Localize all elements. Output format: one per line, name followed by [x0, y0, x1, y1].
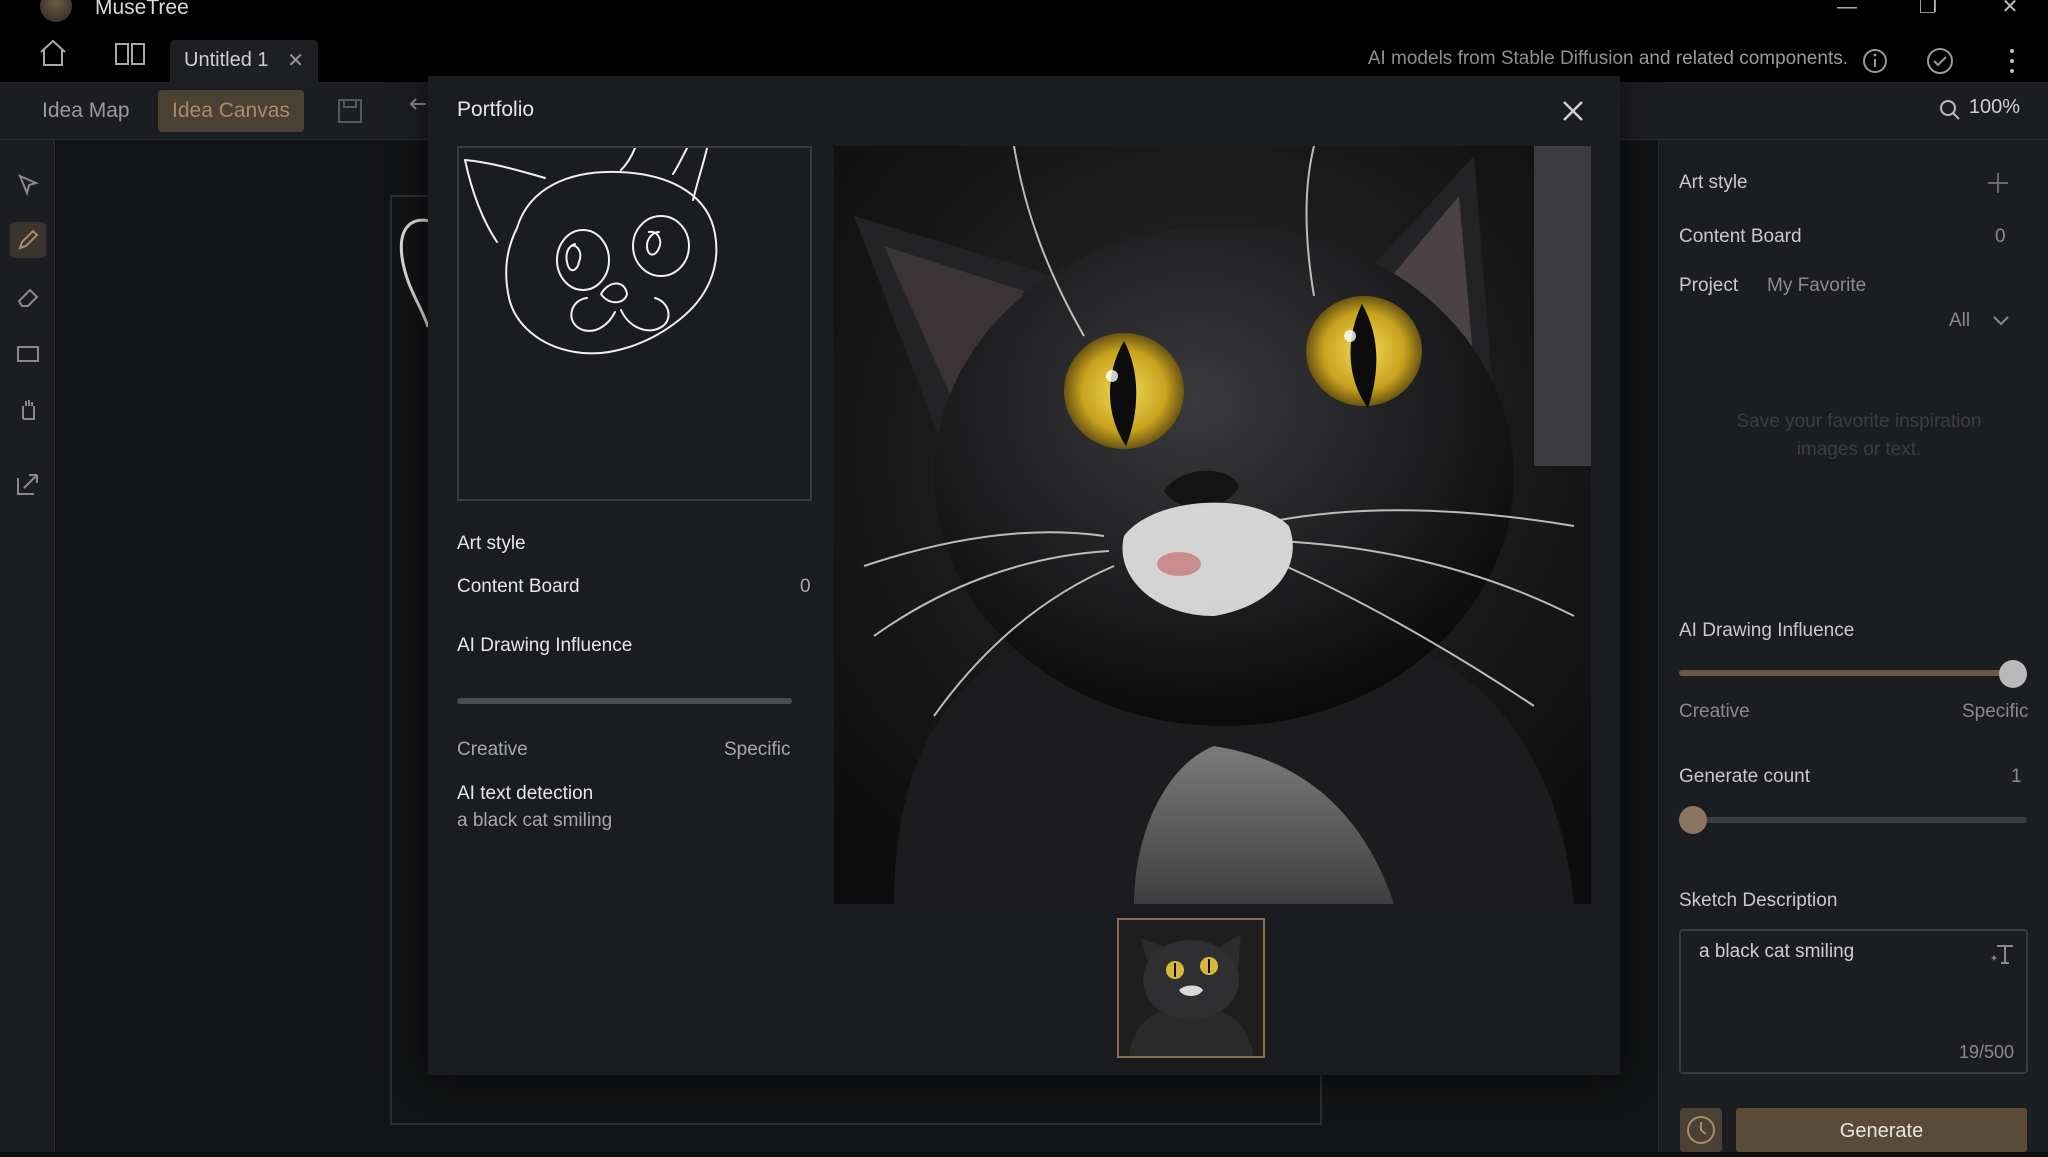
black-cat-image: [834, 146, 1591, 904]
text-ai-icon[interactable]: [1989, 939, 2019, 969]
generate-count-thumb[interactable]: [1679, 806, 1707, 834]
modal-ai-influence: AI Drawing Influence: [457, 635, 633, 656]
ai-influence-label: AI Drawing Influence: [1679, 620, 1855, 641]
pencil-tool-icon[interactable]: [10, 222, 46, 258]
content-board-count: 0: [1995, 226, 2006, 247]
tab-label: Untitled 1: [184, 49, 269, 71]
modal-art-style: Art style: [457, 533, 526, 554]
canvas-sketch-stroke: [399, 218, 431, 328]
book-icon[interactable]: [113, 36, 147, 70]
empty-hint: Save your favorite inspiration images or…: [1736, 411, 1982, 460]
influence-slider-track[interactable]: [1679, 670, 2013, 676]
generate-count-track[interactable]: [1679, 817, 2027, 823]
art-style-label: Art style: [1679, 172, 1748, 193]
close-icon[interactable]: [1556, 94, 1590, 128]
ai-text-detection-label: AI text detection: [457, 783, 594, 804]
modal-creative-label: Creative: [457, 739, 528, 760]
generate-count-label: Generate count: [1679, 766, 1810, 787]
creative-label: Creative: [1679, 701, 1750, 722]
cat-sketch: [464, 148, 718, 355]
thumbnail-cat-image: [1119, 920, 1263, 1056]
generated-image[interactable]: [834, 146, 1591, 904]
rectangle-tool-icon[interactable]: [10, 336, 46, 372]
export-icon[interactable]: [10, 466, 46, 502]
influence-slider-thumb[interactable]: [1999, 660, 2027, 688]
minimize-icon[interactable]: —: [1827, 0, 1867, 20]
search-icon[interactable]: [1938, 98, 1962, 122]
image-thumbnail[interactable]: [1117, 918, 1265, 1058]
clock-icon: [1687, 1116, 1715, 1144]
detected-text: a black cat smiling: [457, 810, 613, 831]
sketch-description-text: a black cat smiling: [1699, 941, 1855, 962]
filter-value: All: [1949, 310, 1971, 331]
filter-dropdown[interactable]: All: [1949, 308, 2019, 336]
sketch-description-label: Sketch Description: [1679, 890, 1838, 911]
tab-close-icon[interactable]: ✕: [287, 48, 304, 73]
close-window-icon[interactable]: ✕: [1990, 0, 2030, 20]
save-icon[interactable]: [336, 97, 364, 125]
tab-bar: Untitled 1 ✕ AI models from Stable Diffu…: [0, 22, 2048, 84]
title-bar: MuseTree — ❐ ✕: [0, 0, 2048, 22]
select-tool-icon[interactable]: [10, 167, 46, 203]
more-menu-icon[interactable]: [2008, 46, 2016, 76]
eraser-tool-icon[interactable]: [10, 280, 46, 316]
tool-rail: [0, 140, 55, 1152]
modal-influence-bar: [457, 698, 792, 704]
modal-specific-label: Specific: [724, 739, 791, 760]
app-logo: [40, 0, 72, 22]
idea-canvas-button[interactable]: Idea Canvas: [158, 90, 304, 132]
hand-tool-icon[interactable]: [10, 392, 46, 428]
project-value[interactable]: My Favorite: [1767, 275, 1866, 297]
add-icon[interactable]: [1985, 170, 2011, 196]
idea-map-button[interactable]: Idea Map: [30, 90, 142, 132]
zoom-level[interactable]: 100%: [1969, 96, 2020, 119]
right-panel: Art style Content Board 0 Project My Fav…: [1658, 140, 2048, 1152]
restore-icon[interactable]: ❐: [1908, 0, 1948, 20]
sketch-preview: [457, 146, 812, 501]
char-count: 19/500: [1959, 1042, 2015, 1062]
project-label: Project: [1679, 275, 1739, 296]
generate-button[interactable]: Generate: [1736, 1108, 2027, 1152]
portfolio-modal: Portfolio Art style Content Board 0 AI D…: [428, 76, 1620, 1075]
modal-title: Portfolio: [457, 98, 535, 121]
info-icon[interactable]: [1862, 48, 1888, 74]
modal-content-board: Content Board: [457, 576, 580, 597]
chevron-down-icon: [1993, 316, 2009, 326]
modal-content-board-count: 0: [800, 576, 811, 597]
check-circle-icon[interactable]: [1926, 47, 1954, 75]
models-note: AI models from Stable Diffusion and rela…: [1367, 48, 1848, 69]
home-icon[interactable]: [36, 36, 70, 70]
tab-untitled-1[interactable]: Untitled 1 ✕: [170, 40, 318, 84]
history-button[interactable]: [1680, 1108, 1722, 1152]
generate-count-value: 1: [2011, 766, 2022, 787]
content-board-label[interactable]: Content Board: [1679, 226, 1802, 248]
app-title: MuseTree: [95, 0, 189, 19]
sketch-description-field[interactable]: a black cat smiling 19/500: [1679, 929, 2028, 1074]
specific-label: Specific: [1962, 701, 2029, 722]
